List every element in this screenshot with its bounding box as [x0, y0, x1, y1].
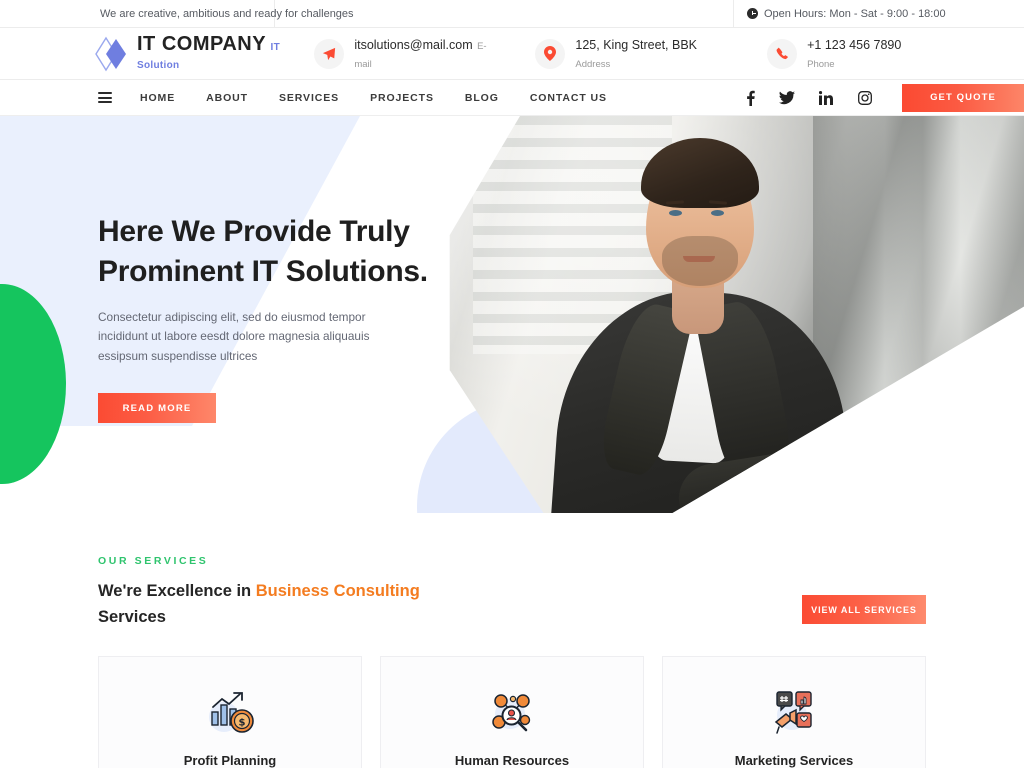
phone-icon: [767, 38, 798, 69]
services-title-highlight: Business Consulting: [255, 582, 420, 600]
site-header: IT COMPANY IT Solution itsolutions@mail.…: [0, 28, 1024, 80]
header-contact-info: itsolutions@mail.com E-mail 125, King St…: [314, 36, 924, 72]
contact-address[interactable]: 125, King Street, BBK Address: [535, 36, 725, 72]
open-hours-text: Open Hours: Mon - Sat - 9:00 - 18:00: [764, 7, 946, 20]
service-card-title: Human Resources: [454, 753, 570, 768]
contact-email[interactable]: itsolutions@mail.com E-mail: [314, 36, 493, 72]
hamburger-menu-icon[interactable]: [98, 90, 112, 106]
top-bar: We are creative, ambitious and ready for…: [0, 0, 1024, 28]
get-quote-button[interactable]: GET QUOTE: [902, 83, 1024, 112]
services-eyebrow: OUR SERVICES: [98, 555, 209, 567]
eye-left: [669, 210, 682, 216]
hero-businessman-photo: [450, 116, 1024, 513]
hero-section: Here We Provide Truly Prominent IT Solut…: [0, 116, 1024, 513]
hero-title-line-2: Prominent IT Solutions.: [98, 254, 428, 288]
services-header: OUR SERVICES We're Excellence in Busines…: [98, 513, 926, 630]
services-title: We're Excellence in Business Consulting …: [98, 579, 428, 630]
nav-item-about[interactable]: ABOUT: [206, 92, 248, 104]
twitter-icon[interactable]: [779, 90, 795, 105]
paper-plane-icon: [314, 38, 345, 69]
contact-email-value: itsolutions@mail.com: [354, 37, 473, 52]
megaphone-social-icon: [687, 689, 901, 737]
wrist-watch: [831, 464, 863, 494]
nav-item-home[interactable]: HOME: [140, 92, 175, 104]
hero-content: Here We Provide Truly Prominent IT Solut…: [98, 212, 448, 424]
mouth: [683, 256, 715, 262]
services-title-post: Services: [98, 607, 166, 626]
instagram-icon[interactable]: [858, 90, 872, 105]
svg-text:$: $: [239, 718, 246, 729]
hero-title: Here We Provide Truly Prominent IT Solut…: [98, 212, 448, 292]
service-card-title: Marketing Services: [734, 753, 854, 768]
facebook-icon[interactable]: [746, 90, 755, 106]
nav-links: HOME ABOUT SERVICES PROJECTS BLOG CONTAC…: [140, 92, 607, 104]
top-bar-hours: Open Hours: Mon - Sat - 9:00 - 18:00: [734, 0, 1024, 28]
social-links: [746, 90, 872, 106]
logo-title: IT COMPANY: [137, 33, 267, 55]
eye-right: [711, 210, 724, 216]
hero-title-line-1: Here We Provide Truly: [98, 215, 410, 248]
top-bar-spacer: [275, 0, 734, 28]
logo[interactable]: IT COMPANY IT Solution: [95, 34, 314, 73]
service-card-title: Profit Planning: [183, 753, 277, 768]
contact-phone[interactable]: +1 123 456 7890 Phone: [767, 36, 924, 72]
nav-item-projects[interactable]: PROJECTS: [370, 92, 434, 104]
linkedin-icon[interactable]: [819, 90, 834, 105]
hero-description: Consectetur adipiscing elit, sed do eius…: [98, 309, 370, 363]
service-card-human-resources[interactable]: Human Resources Consectetur adipiscing e…: [380, 656, 644, 768]
contact-address-value: 125, King Street, BBK: [575, 37, 698, 52]
service-card-marketing-services[interactable]: Marketing Services Consectetur adipiscin…: [662, 656, 926, 768]
main-navigation: HOME ABOUT SERVICES PROJECTS BLOG CONTAC…: [0, 80, 1024, 116]
services-title-pre: We're Excellence in: [98, 582, 256, 600]
read-more-button[interactable]: READ MORE: [98, 393, 216, 424]
growth-chart-coin-icon: $: [123, 689, 337, 737]
service-card-profit-planning[interactable]: $ Profit Planning Consectetur adipiscing…: [98, 656, 362, 768]
services-section: OUR SERVICES We're Excellence in Busines…: [0, 513, 1024, 768]
people-network-magnifier-icon: [405, 689, 619, 737]
page-root: We are creative, ambitious and ready for…: [0, 0, 1024, 768]
contact-phone-label: Phone: [807, 58, 835, 70]
view-all-services-button[interactable]: VIEW ALL SERVICES: [802, 595, 926, 625]
nav-item-contact-us[interactable]: CONTACT US: [530, 92, 607, 104]
nav-item-services[interactable]: SERVICES: [279, 92, 339, 104]
nav-right: GET QUOTE: [746, 80, 1024, 116]
contact-phone-value: +1 123 456 7890: [807, 37, 902, 52]
clock-icon: [747, 8, 758, 19]
map-pin-icon: [535, 38, 566, 69]
nav-item-blog[interactable]: BLOG: [465, 92, 499, 104]
double-diamond-logo-icon: [95, 36, 129, 72]
hair: [641, 138, 759, 208]
contact-address-label: Address: [575, 58, 611, 70]
services-cards: $ Profit Planning Consectetur adipiscing…: [98, 656, 926, 768]
top-bar-tagline: We are creative, ambitious and ready for…: [0, 0, 354, 28]
